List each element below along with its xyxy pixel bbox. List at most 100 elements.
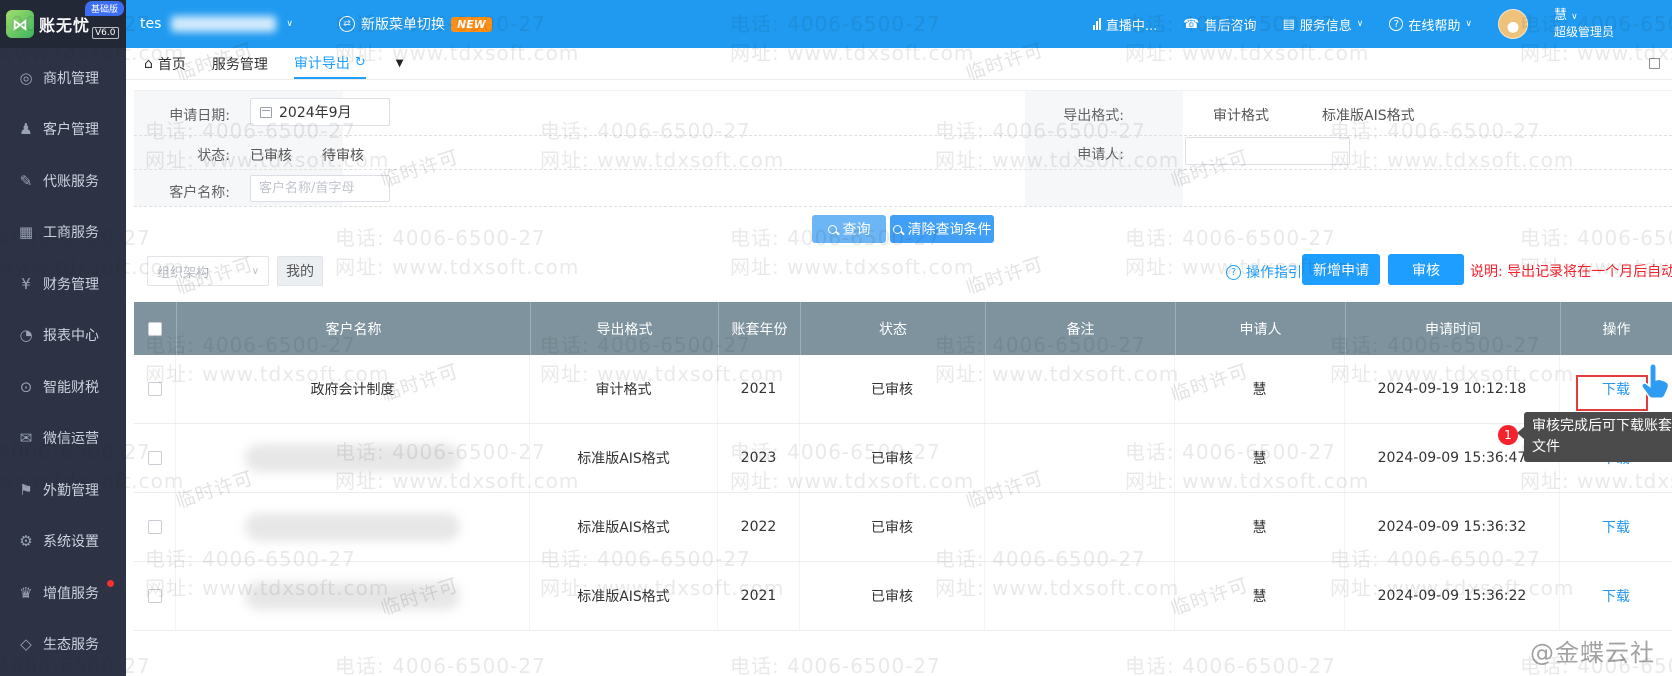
- sidebar-item-smart-tax[interactable]: ⊙ 智能财税: [0, 361, 126, 413]
- sidebar-item-business-opportunity[interactable]: ◎商机管理: [0, 52, 126, 104]
- sidebar-item-label: 客户管理: [43, 119, 99, 139]
- tab-dropdown-caret[interactable]: ▼: [396, 58, 404, 69]
- redacted-customer-name: [245, 444, 460, 472]
- divider: [134, 206, 1672, 207]
- sidebar-item-wechat[interactable]: ✉ 微信运营: [0, 413, 126, 465]
- row-checkbox[interactable]: [148, 451, 162, 465]
- status-label: 状态:: [160, 145, 230, 165]
- user-role: 超级管理员: [1554, 25, 1614, 40]
- chevron-down-icon: ∨: [1357, 19, 1364, 29]
- divider: [134, 135, 1672, 136]
- table-row: 政府会计制度审计格式2021已审核慧2024-09-19 10:12:18下载: [134, 355, 1672, 424]
- redacted-customer-name: [245, 582, 460, 610]
- download-link[interactable]: 下载: [1602, 586, 1630, 606]
- row-checkbox[interactable]: [148, 520, 162, 534]
- brand-version: V6.0: [92, 27, 118, 39]
- mine-button[interactable]: 我的: [277, 256, 323, 286]
- app-logo-icon: ⋈: [6, 10, 34, 38]
- sidebar-item-reports[interactable]: ◔报表中心: [0, 310, 126, 362]
- sidebar-item-bookkeeping[interactable]: ✎代账服务: [0, 155, 126, 207]
- home-icon: ⌂: [144, 56, 153, 72]
- sidebar-item-field-work[interactable]: ⚑ 外勤管理: [0, 464, 126, 516]
- sidebar-item-label: 系统设置: [43, 531, 99, 551]
- online-help-button[interactable]: ? 在线帮助 ∨: [1389, 15, 1472, 34]
- chevron-down-icon: ∨: [252, 266, 259, 277]
- brand: ⋈ 账无忧 V6.0 基础版: [0, 0, 126, 48]
- workspace-selector[interactable]: tes ∨: [140, 16, 293, 32]
- question-icon: ?: [1226, 265, 1241, 280]
- tab-service-management[interactable]: 服务管理: [212, 48, 268, 79]
- sidebar-item-label: 外勤管理: [43, 480, 99, 500]
- sidebar-item-label: 微信运营: [43, 428, 99, 448]
- live-streaming-button[interactable]: 直播中...: [1093, 15, 1157, 34]
- main-content: ⌂ 首页 服务管理 审计导出 ↻ ▼ 申请日期: 2024年9月 导出格式: 审…: [126, 48, 1672, 676]
- expand-icon[interactable]: [1649, 58, 1660, 69]
- export-format: 标准版AIS格式: [577, 586, 670, 606]
- user-name: 慧: [1554, 8, 1567, 23]
- format-option-ais[interactable]: 标准版AIS格式: [1322, 105, 1415, 125]
- tab-home[interactable]: ⌂ 首页: [144, 48, 186, 79]
- audit-button[interactable]: 审核: [1388, 254, 1464, 285]
- column-header: 账套年份: [718, 302, 800, 355]
- notification-dot: [107, 580, 114, 587]
- operation-guide-link[interactable]: ? 操作指引: [1226, 262, 1302, 282]
- sidebar-item-label: 智能财税: [43, 377, 99, 397]
- apply-time: 2024-09-19 10:12:18: [1378, 381, 1527, 397]
- customer-name-label: 客户名称:: [160, 182, 230, 202]
- sidebar-item-industry-commerce[interactable]: ▦工商服务: [0, 207, 126, 259]
- search-icon: [893, 225, 902, 234]
- new-request-button[interactable]: 新增申请: [1302, 254, 1380, 285]
- topbar-right: 直播中... ☎ 售后咨询 ▤ 服务信息 ∨ ? 在线帮助 ∨ 慧 ∨ 超级管理…: [1093, 0, 1614, 48]
- status-text: 已审核: [871, 448, 913, 468]
- export-format: 标准版AIS格式: [577, 448, 670, 468]
- hand-cursor-icon: [1638, 361, 1672, 403]
- apply-date-label: 申请日期:: [160, 105, 230, 125]
- sidebar-item-customer[interactable]: ♟客户管理: [0, 104, 126, 156]
- chevron-down-icon: ∨: [286, 19, 293, 29]
- tab-audit-export[interactable]: 审计导出 ↻: [294, 48, 366, 79]
- document-icon: ▤: [1282, 17, 1294, 32]
- after-sales-button[interactable]: ☎ 售后咨询: [1183, 15, 1256, 34]
- download-link[interactable]: 下载: [1602, 517, 1630, 537]
- chat-icon: ✉: [17, 429, 35, 447]
- export-format: 标准版AIS格式: [577, 517, 670, 537]
- export-format: 审计格式: [596, 379, 652, 399]
- menu-switch-button[interactable]: ⇄ 新版菜单切换 NEW: [339, 14, 492, 34]
- avatar[interactable]: [1498, 9, 1528, 39]
- table-row: 标准版AIS格式2023已审核慧2024-09-09 15:36:47下载: [134, 424, 1672, 493]
- select-all-checkbox[interactable]: [148, 322, 162, 336]
- crown-icon: ♛: [17, 584, 35, 602]
- briefcase-icon: ▦: [17, 223, 35, 241]
- annotation-badge: 1: [1498, 425, 1518, 445]
- row-checkbox[interactable]: [148, 382, 162, 396]
- status-text: 已审核: [871, 379, 913, 399]
- ledger-icon: ¥: [17, 275, 35, 293]
- table-row: 标准版AIS格式2021已审核慧2024-09-09 15:36:22下载: [134, 562, 1672, 631]
- service-info-button[interactable]: ▤ 服务信息 ∨: [1282, 15, 1363, 34]
- user-menu[interactable]: 慧 ∨ 超级管理员: [1554, 8, 1614, 40]
- sidebar-item-label: 财务管理: [43, 274, 99, 294]
- clear-query-button[interactable]: 清除查询条件: [890, 215, 994, 243]
- status-option-pending[interactable]: 待审核: [322, 145, 364, 165]
- sidebar-item-settings[interactable]: ⚙ 系统设置: [0, 516, 126, 568]
- apply-date-input[interactable]: 2024年9月: [250, 98, 390, 126]
- sidebar-item-value-added[interactable]: ♛增值服务: [0, 567, 126, 619]
- row-checkbox[interactable]: [148, 589, 162, 603]
- sidebar-item-ecosystem[interactable]: ◇生态服务: [0, 619, 126, 671]
- applicant-input[interactable]: [1185, 137, 1350, 165]
- format-option-audit[interactable]: 审计格式: [1213, 105, 1269, 125]
- table-header: 客户名称导出格式账套年份状态备注申请人申请时间操作: [134, 302, 1672, 355]
- customer-search-input[interactable]: [250, 175, 390, 202]
- applicant: 慧: [1253, 379, 1267, 399]
- status-option-approved[interactable]: 已审核: [250, 145, 292, 165]
- refresh-icon: ↻: [355, 55, 366, 70]
- org-structure-select[interactable]: 组织架构 ∨: [147, 256, 269, 286]
- gear-icon: ⚙: [17, 532, 35, 550]
- location-icon: ⚑: [17, 481, 35, 499]
- ledger-year: 2021: [741, 588, 777, 604]
- robot-icon: ⊙: [17, 378, 35, 396]
- divider: [134, 169, 1672, 170]
- query-button[interactable]: 查询: [812, 215, 886, 243]
- column-header: 状态: [800, 302, 985, 355]
- sidebar-item-finance[interactable]: ¥ 财务管理: [0, 258, 126, 310]
